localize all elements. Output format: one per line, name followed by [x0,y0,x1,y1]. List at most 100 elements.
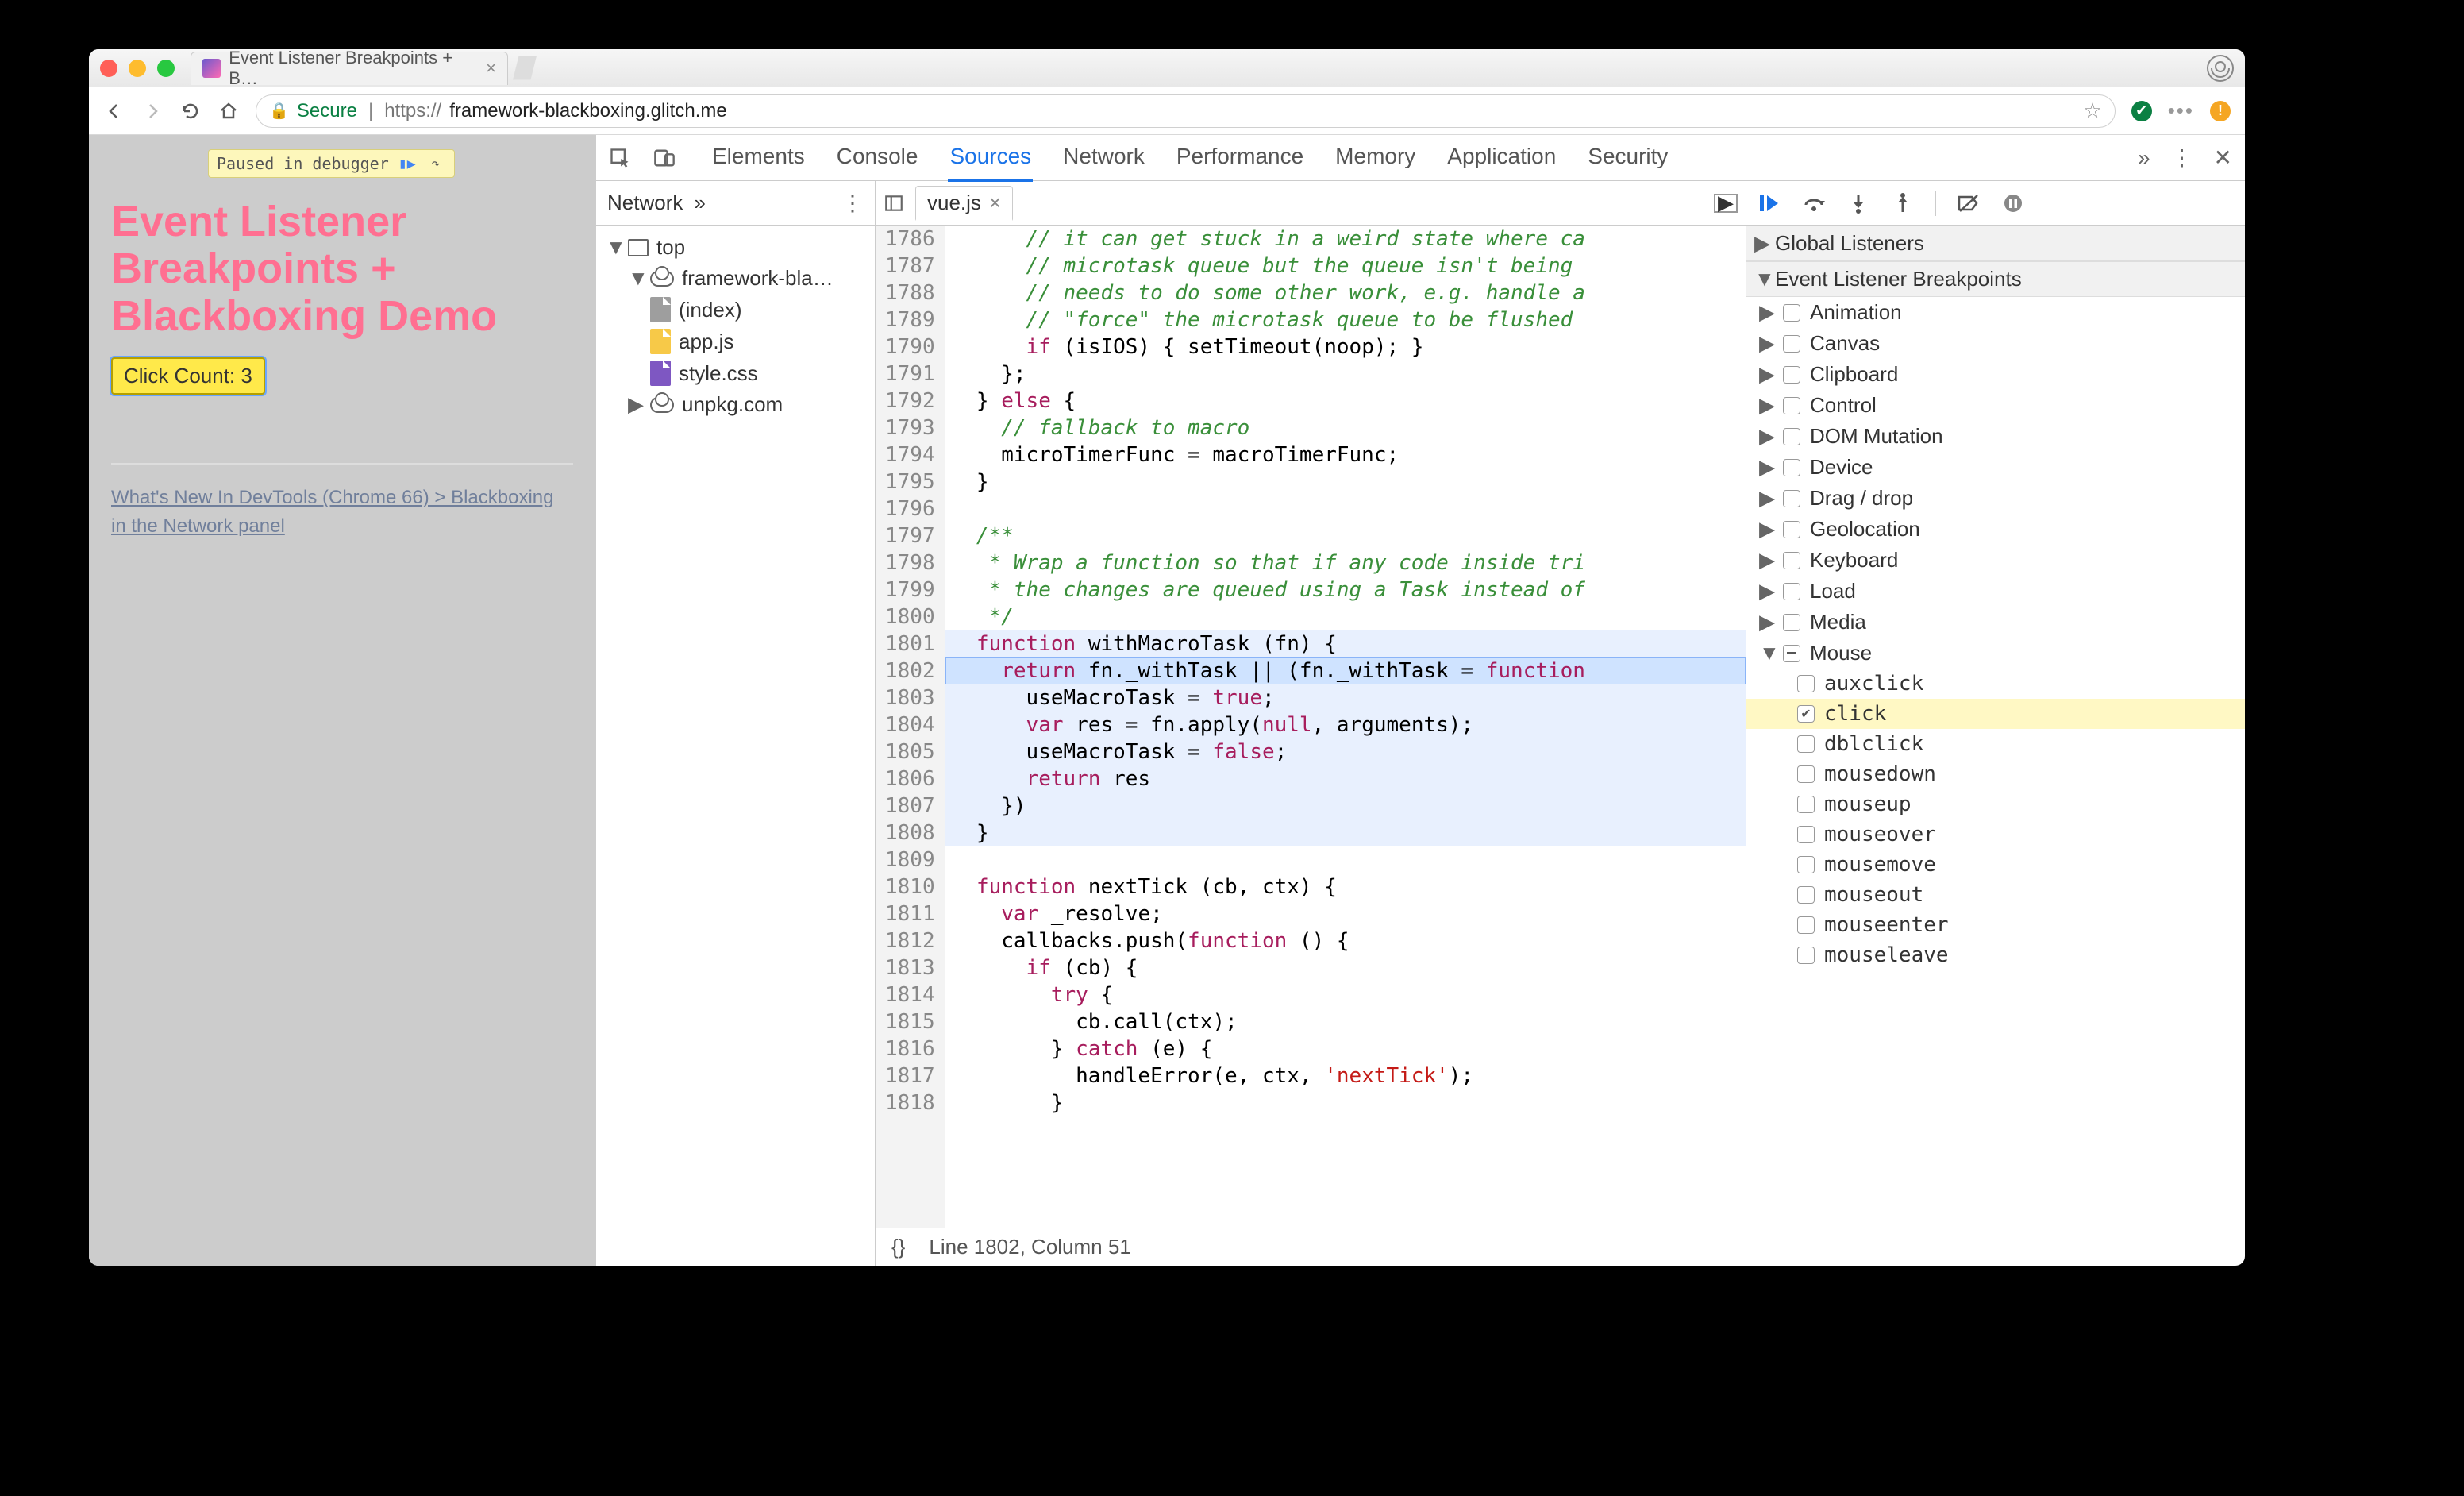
category-mouse[interactable]: ▼Mouse [1746,638,2245,669]
category-geolocation[interactable]: ▶Geolocation [1746,514,2245,545]
checkbox-mouseover[interactable] [1797,826,1815,843]
checkbox-mouse[interactable] [1783,645,1800,662]
checkbox[interactable] [1783,490,1800,507]
resume-button[interactable] [1758,191,1781,215]
section-global-listeners[interactable]: ▶Global Listeners [1746,226,2245,261]
panel-tab-network[interactable]: Network [1061,134,1146,182]
step-out-button[interactable] [1891,191,1915,215]
checkbox-mouseleave[interactable] [1797,947,1815,964]
close-window-button[interactable] [100,60,117,77]
category-control[interactable]: ▶Control [1746,390,2245,421]
category-clipboard[interactable]: ▶Clipboard [1746,359,2245,390]
category-canvas[interactable]: ▶Canvas [1746,328,2245,359]
event-dblclick[interactable]: dblclick [1746,729,2245,759]
extension-icon-1[interactable]: ✔ [2131,101,2152,121]
navigator-more-tabs-icon[interactable]: » [694,191,705,215]
address-bar[interactable]: 🔒 Secure | https://framework-blackboxing… [256,94,2116,128]
panel-tab-performance[interactable]: Performance [1175,134,1305,182]
reload-button[interactable] [179,100,202,122]
category-drag-drop[interactable]: ▶Drag / drop [1746,483,2245,514]
browser-tab[interactable]: Event Listener Breakpoints + B… × [191,52,508,85]
event-mouseup[interactable]: mouseup [1746,789,2245,819]
category-animation[interactable]: ▶Animation [1746,297,2245,328]
minimize-window-button[interactable] [129,60,146,77]
panel-tab-security[interactable]: Security [1586,134,1669,182]
click-count-button[interactable]: Click Count: 3 [111,357,265,395]
maximize-window-button[interactable] [157,60,175,77]
checkbox-mouseup[interactable] [1797,796,1815,813]
pause-on-exceptions-button[interactable] [2001,191,2025,215]
category-media[interactable]: ▶Media [1746,607,2245,638]
profile-button[interactable] [2207,55,2234,82]
tree-file-appjs[interactable]: app.js [601,326,870,357]
tree-top[interactable]: ▼top [601,232,870,263]
checkbox-mouseout[interactable] [1797,886,1815,904]
new-tab-button[interactable] [513,56,537,80]
checkbox-mouseenter[interactable] [1797,916,1815,934]
checkbox[interactable] [1783,521,1800,538]
checkbox[interactable] [1783,428,1800,445]
checkbox[interactable] [1783,366,1800,384]
run-snippet-icon[interactable]: ▶ [1714,194,1738,213]
overlay-step-over-button[interactable]: ↷ [425,154,446,173]
tree-file-stylecss[interactable]: style.css [601,357,870,389]
deactivate-breakpoints-button[interactable] [1957,191,1981,215]
home-button[interactable] [218,100,240,122]
navigator-tab-network[interactable]: Network [607,191,683,215]
back-button[interactable] [103,100,125,122]
devtools-close-icon[interactable]: ✕ [2214,145,2232,171]
category-device[interactable]: ▶Device [1746,452,2245,483]
event-mouseleave[interactable]: mouseleave [1746,940,2245,970]
editor-tab-vuejs[interactable]: vue.js × [915,186,1013,221]
checkbox-mousedown[interactable] [1797,765,1815,783]
step-over-button[interactable] [1802,191,1826,215]
editor-tab-close-icon[interactable]: × [989,191,1001,215]
extension-icon-2[interactable]: ! [2210,101,2231,121]
category-keyboard[interactable]: ▶Keyboard [1746,545,2245,576]
forward-button[interactable] [141,100,164,122]
overlay-resume-button[interactable]: ▮▶ [397,154,418,173]
device-mode-icon[interactable] [653,147,676,169]
checkbox[interactable] [1783,397,1800,414]
event-mousedown[interactable]: mousedown [1746,759,2245,789]
pretty-print-icon[interactable]: {} [891,1235,905,1259]
checkbox-click[interactable]: ✔ [1797,705,1815,723]
panel-tab-console[interactable]: Console [835,134,920,182]
bookmark-star-icon[interactable]: ☆ [2083,98,2101,123]
checkbox[interactable] [1783,335,1800,353]
event-mouseover[interactable]: mouseover [1746,819,2245,850]
category-load[interactable]: ▶Load [1746,576,2245,607]
section-event-listener-breakpoints[interactable]: ▼Event Listener Breakpoints [1746,261,2245,297]
category-dom-mutation[interactable]: ▶DOM Mutation [1746,421,2245,452]
code-area[interactable]: 1786178717881789179017911792179317941795… [876,226,1746,1228]
event-auxclick[interactable]: auxclick [1746,669,2245,699]
more-panels-icon[interactable]: » [2138,145,2150,171]
tab-close-button[interactable]: × [486,58,496,79]
checkbox-auxclick[interactable] [1797,675,1815,692]
tree-domain-1[interactable]: ▼framework-bla… [601,263,870,294]
page-link[interactable]: What's New In DevTools (Chrome 66) > Bla… [111,484,573,541]
navigator-menu-icon[interactable]: ⋮ [841,190,864,216]
inspect-element-icon[interactable] [609,147,631,169]
checkbox-mousemove[interactable] [1797,856,1815,873]
event-mouseout[interactable]: mouseout [1746,880,2245,910]
tree-file-index[interactable]: (index) [601,294,870,326]
panel-tab-sources[interactable]: Sources [948,134,1033,182]
toggle-navigator-icon[interactable] [884,193,904,214]
checkbox[interactable] [1783,304,1800,322]
panel-tab-application[interactable]: Application [1446,134,1557,182]
checkbox[interactable] [1783,614,1800,631]
checkbox[interactable] [1783,459,1800,476]
checkbox-dblclick[interactable] [1797,735,1815,753]
checkbox[interactable] [1783,583,1800,600]
event-click[interactable]: ✔click [1746,699,2245,729]
event-mousemove[interactable]: mousemove [1746,850,2245,880]
event-mouseenter[interactable]: mouseenter [1746,910,2245,940]
devtools-menu-icon[interactable]: ⋮ [2171,145,2193,171]
extension-overflow-icon[interactable]: ••• [2168,98,2194,123]
panel-tab-elements[interactable]: Elements [710,134,807,182]
panel-tab-memory[interactable]: Memory [1334,134,1417,182]
step-into-button[interactable] [1846,191,1870,215]
checkbox[interactable] [1783,552,1800,569]
tree-domain-2[interactable]: ▶unpkg.com [601,389,870,420]
